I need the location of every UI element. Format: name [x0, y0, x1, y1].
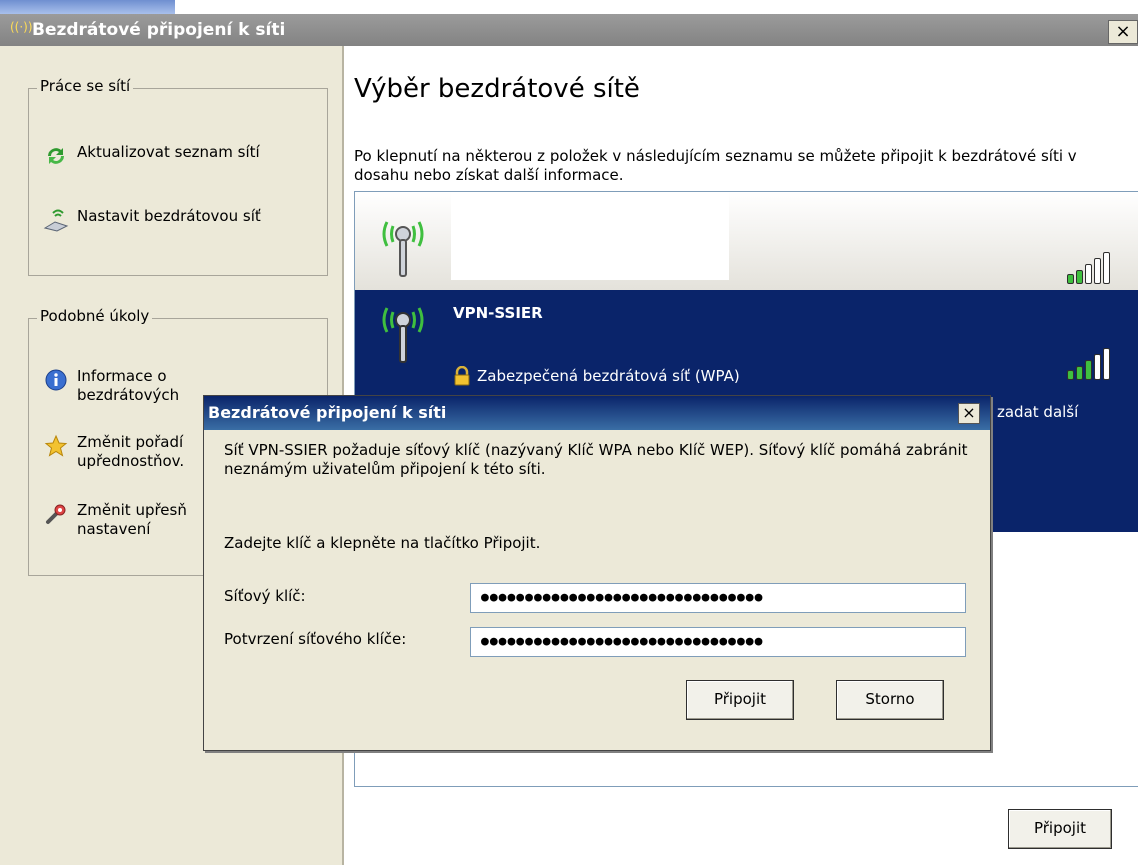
connect-button[interactable]: Připojit	[1008, 809, 1112, 849]
wireless-info-task[interactable]: Informace o bezdrátových	[43, 367, 179, 405]
refresh-network-list-task[interactable]: Aktualizovat seznam sítí	[43, 143, 260, 169]
dialog-title: Bezdrátové připojení k síti	[208, 403, 447, 422]
signal-strength-icon-1	[1067, 252, 1110, 284]
dialog-cancel-button[interactable]: Storno	[836, 680, 944, 720]
network-security-label: Zabezpečená bezdrátová síť (WPA)	[477, 367, 740, 385]
wireless-title-icon: ((·))	[10, 20, 33, 34]
confirm-key-label: Potvrzení síťového klíče:	[224, 630, 407, 648]
setup-wireless-network-task[interactable]: Nastavit bezdrátovou síť	[43, 207, 261, 233]
wireless-info-label: Informace o bezdrátových	[77, 367, 179, 405]
settings-icon	[43, 501, 69, 527]
change-order-line2: upřednostňov.	[77, 452, 185, 470]
change-order-task[interactable]: Změnit pořadí upřednostňov.	[43, 433, 184, 471]
wireless-info-line1: Informace o	[77, 367, 167, 385]
window-title: Bezdrátové připojení k síti	[32, 20, 286, 40]
window-close-button[interactable]: ×	[1108, 20, 1138, 44]
advanced-settings-task[interactable]: Změnit upřesň nastavení	[43, 501, 187, 539]
page-title: Výběr bezdrátové sítě	[354, 74, 640, 104]
setup-wireless-network-label: Nastavit bezdrátovou síť	[77, 207, 261, 225]
network-key-dialog: Bezdrátové připojení k síti × Síť VPN-SS…	[203, 395, 991, 751]
page-description: Po klepnutí na některou z položek v násl…	[354, 147, 1077, 184]
wireless-connection-window: ((·)) Bezdrátové připojení k síti × Prác…	[0, 0, 1138, 865]
dialog-message: Síť VPN-SSIER požaduje síťový klíč (nazý…	[224, 441, 968, 478]
star-icon	[43, 433, 69, 459]
network-key-label: Síťový klíč:	[224, 587, 306, 605]
network-tasks-legend: Práce se sítí	[37, 77, 134, 95]
network-tasks-group: Práce se sítí Aktualizovat seznam sítí N…	[28, 77, 328, 276]
dialog-instruction: Zadejte klíč a klepněte na tlačítko Přip…	[224, 534, 541, 552]
change-order-label: Změnit pořadí upřednostňov.	[77, 433, 184, 471]
taskbar-hint	[0, 0, 175, 15]
advanced-settings-line1: Změnit upřesň	[77, 501, 187, 519]
antenna-icon	[382, 221, 424, 277]
related-tasks-legend: Podobné úkoly	[37, 307, 153, 325]
antenna-icon	[382, 307, 424, 363]
network-item-1[interactable]	[355, 192, 1138, 290]
refresh-icon	[43, 143, 69, 169]
dialog-titlebar[interactable]: Bezdrátové připojení k síti ×	[204, 396, 990, 430]
hidden-network-name	[451, 192, 729, 280]
change-order-line1: Změnit pořadí	[77, 433, 184, 451]
network-ssid: VPN-SSIER	[453, 304, 543, 322]
confirm-key-input[interactable]: ●●●●●●●●●●●●●●●●●●●●●●●●●●●●●●●●	[470, 627, 966, 657]
network-extra-info: é zadat další	[983, 403, 1079, 421]
dialog-close-button[interactable]: ×	[958, 403, 980, 424]
advanced-settings-label: Změnit upřesň nastavení	[77, 501, 187, 539]
wireless-info-line2: bezdrátových	[77, 386, 180, 404]
window-top-strip	[0, 0, 1138, 15]
signal-strength-icon-2	[1067, 348, 1110, 380]
dialog-connect-button[interactable]: Připojit	[686, 680, 794, 720]
network-key-input[interactable]: ●●●●●●●●●●●●●●●●●●●●●●●●●●●●●●●●	[470, 583, 966, 613]
window-titlebar[interactable]: ((·)) Bezdrátové připojení k síti ×	[0, 14, 1138, 46]
info-icon	[43, 367, 69, 393]
advanced-settings-line2: nastavení	[77, 520, 151, 538]
refresh-network-list-label: Aktualizovat seznam sítí	[77, 143, 260, 161]
wireless-setup-icon	[43, 207, 69, 233]
network-security: Zabezpečená bezdrátová síť (WPA)	[453, 366, 740, 386]
lock-icon	[454, 366, 470, 386]
